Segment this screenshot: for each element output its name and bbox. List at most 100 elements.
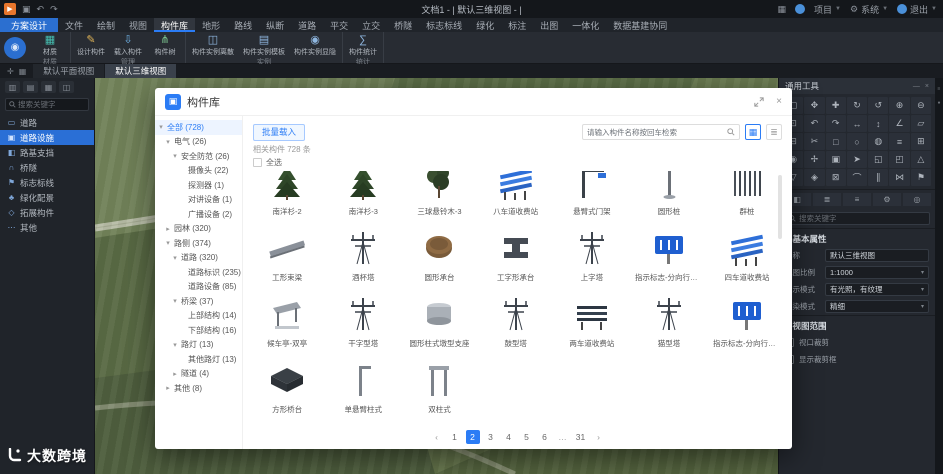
top-view-tool[interactable]: △ (910, 151, 931, 168)
pagination-page-6[interactable]: 6 (538, 430, 552, 444)
select-field-3[interactable]: 精细 ▾ (825, 300, 929, 313)
select-field-1[interactable]: 1:1000 ▾ (825, 266, 929, 279)
ribbon-tab-14[interactable]: 出图 (533, 18, 565, 32)
scheme-design-button[interactable]: 方案设计 (0, 18, 58, 32)
pagination-prev[interactable]: ‹ (430, 430, 444, 444)
tree-caret-icon[interactable]: ▸ (164, 384, 172, 392)
view-back-tool[interactable]: ↶ (804, 115, 825, 132)
merge-tool[interactable]: ⋈ (889, 169, 910, 186)
layers-tool[interactable]: ≡ (889, 133, 910, 150)
category-tree-item-18[interactable]: ▸ 其他 (8) (155, 381, 242, 396)
category-tree-item-17[interactable]: ▸ 隧道 (4) (155, 367, 242, 382)
component-card-3[interactable]: 八车道收费站 (482, 171, 550, 218)
ribbon-tab-1[interactable]: 绘制 (90, 18, 122, 32)
ribbon-tab-9[interactable]: 立交 (355, 18, 387, 32)
pagination-page-3[interactable]: 3 (484, 430, 498, 444)
sidebar-item-0[interactable]: ▭ 道路 (0, 115, 94, 130)
component-card-11[interactable]: 上字塔 (558, 223, 626, 284)
category-tree-item-7[interactable]: ▸ 园林 (320) (155, 222, 242, 237)
component-card-2[interactable]: 三球悬铃木-3 (405, 171, 473, 218)
dot-icon[interactable]: ● (937, 100, 940, 106)
instance-visibility-button[interactable]: ◉ 构件实例显隐 (294, 34, 336, 57)
category-tree-item-16[interactable]: 其他路灯 (13) (155, 352, 242, 367)
sidebar-item-6[interactable]: ◇ 拓展构件 (0, 205, 94, 220)
component-search-input[interactable] (587, 127, 724, 137)
pan-tool[interactable]: ✥ (804, 97, 825, 114)
component-card-20[interactable]: 指示标志-分向行驶车道 (712, 289, 782, 350)
component-card-12[interactable]: 指示标志-分向行驶车道 (634, 223, 704, 284)
properties-search-input[interactable] (799, 214, 925, 223)
ribbon-tab-5[interactable]: 路线 (227, 18, 259, 32)
undo-icon[interactable]: ↶ (37, 4, 45, 15)
tree-caret-icon[interactable]: ▾ (164, 138, 172, 146)
component-card-21[interactable]: 方形桥台 (253, 355, 321, 416)
user-menu[interactable]: 退出 ▼ (897, 3, 937, 16)
rotate-tool[interactable]: ↻ (846, 97, 868, 114)
system-menu[interactable]: ⚙ 系统 ▼ (850, 3, 888, 16)
ribbon-tab-7[interactable]: 道路 (291, 18, 323, 32)
component-card-18[interactable]: 两车道收费站 (558, 289, 626, 350)
section-box-tool[interactable]: ⊠ (825, 169, 846, 186)
tree-caret-icon[interactable]: ▸ (171, 370, 179, 378)
arc-tool[interactable]: ⌒ (846, 169, 868, 186)
category-tree-item-0[interactable]: ▾ 全部 (728) (155, 120, 242, 135)
ribbon-tab-3[interactable]: 构件库 (154, 18, 196, 32)
view-forward-tool[interactable]: ↷ (825, 115, 846, 132)
component-card-4[interactable]: 悬臂式门架 (558, 171, 626, 218)
pagination-next[interactable]: › (592, 430, 606, 444)
measure-angle-tool[interactable]: ∠ (889, 115, 910, 132)
layout-icon[interactable]: ▦ (19, 67, 27, 76)
walkthrough-tool[interactable]: ➤ (846, 151, 868, 168)
search-icon[interactable] (727, 128, 735, 136)
list-tab-icon[interactable]: ≣ (813, 193, 841, 206)
category-tree-item-13[interactable]: 上部结构 (14) (155, 309, 242, 324)
component-card-5[interactable]: 圆形桩 (634, 171, 704, 218)
clip-tool[interactable]: ✂ (804, 133, 825, 150)
grid-tool[interactable]: ⊞ (910, 133, 931, 150)
ribbon-tab-15[interactable]: 一体化 (565, 18, 606, 32)
zoom-out-tool[interactable]: ⊖ (910, 97, 931, 114)
ribbon-tab-6[interactable]: 纵断 (259, 18, 291, 32)
ribbon-tab-16[interactable]: 数据基建协同 (606, 18, 674, 32)
sidebar-item-5[interactable]: ♣ 绿化配景 (0, 190, 94, 205)
select-all-checkbox[interactable] (253, 158, 262, 167)
material-tool[interactable]: ◈ (804, 169, 825, 186)
ribbon-tab-8[interactable]: 平交 (323, 18, 355, 32)
component-card-7[interactable]: 工形束梁 (253, 223, 321, 284)
instance-explode-button[interactable]: ◫ 构件实例离散 (192, 34, 234, 57)
camera-tool[interactable]: ▣ (825, 151, 846, 168)
material-button[interactable]: ▦ 材质 (36, 34, 64, 57)
category-tree-item-9[interactable]: ▾ 道路 (320) (155, 251, 242, 266)
category-tree-item-2[interactable]: ▾ 安全防范 (26) (155, 149, 242, 164)
tree-caret-icon[interactable]: ▾ (171, 297, 179, 305)
layers-tab-icon[interactable]: ≡ (843, 193, 871, 206)
view-tab-0[interactable]: 默认平面视图 (33, 64, 105, 78)
pagination-page-5[interactable]: 5 (520, 430, 534, 444)
ribbon-tab-2[interactable]: 视图 (122, 18, 154, 32)
component-card-17[interactable]: 鼓型塔 (482, 289, 550, 350)
move-tool[interactable]: ✚ (825, 97, 846, 114)
ribbon-tab-4[interactable]: 地形 (195, 18, 227, 32)
tree-caret-icon[interactable]: ▾ (157, 123, 165, 131)
component-card-1[interactable]: 南洋杉-3 (329, 171, 397, 218)
workspace-logo-button[interactable]: ◉ (4, 36, 26, 59)
close-icon[interactable]: × (776, 96, 782, 107)
measure-height-tool[interactable]: ↕ (868, 115, 889, 132)
pagination-ellipsis[interactable]: … (556, 430, 570, 444)
flag-tool[interactable]: ⚑ (910, 169, 931, 186)
category-tree-item-12[interactable]: ▾ 桥梁 (37) (155, 294, 242, 309)
sidebar-item-2[interactable]: ◧ 路基支挡 (0, 145, 94, 160)
measure-area-tool[interactable]: ▱ (910, 115, 931, 132)
design-component-button[interactable]: ✎ 设计构件 (77, 34, 105, 57)
panel-list-icon[interactable]: ▤ (23, 81, 38, 93)
pagination-page-4[interactable]: 4 (502, 430, 516, 444)
basic-properties-section[interactable]: ▾ 基本属性 (779, 228, 935, 247)
component-card-10[interactable]: 工字形承台 (482, 223, 550, 284)
tree-caret-icon[interactable]: ▾ (171, 341, 179, 349)
component-card-19[interactable]: 猫型塔 (634, 289, 704, 350)
crop-tool[interactable]: ◱ (868, 151, 889, 168)
component-card-6[interactable]: 群桩 (712, 171, 782, 218)
instance-template-button[interactable]: ▤ 构件实例模板 (243, 34, 285, 57)
panel-layout-icon[interactable]: ▥ (5, 81, 20, 93)
redo-icon[interactable]: ↷ (50, 4, 58, 15)
